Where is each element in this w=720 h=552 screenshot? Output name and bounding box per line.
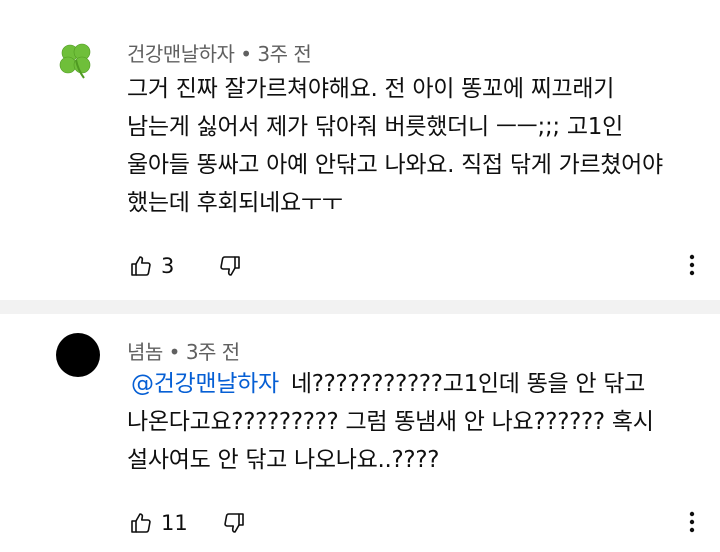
- like-count: 3: [161, 254, 175, 278]
- comment-actions: 3: [127, 251, 244, 281]
- comment-line: @건강맨날하자 네???????????고1인데 똥을 안 닦고: [131, 365, 691, 403]
- comment-body: @건강맨날하자 네???????????고1인데 똥을 안 닦고 나온다고요???…: [127, 365, 691, 479]
- comment-line: 설사여도 안 닦고 나오나요..????: [127, 447, 440, 473]
- comment-line: 남는게 싫어서 제가 닦아줘 버릇했더니 ㅡㅡ;;; 고1인: [127, 114, 623, 140]
- comment-meta: 념놈 • 3주 전: [127, 336, 240, 365]
- thumbs-up-icon[interactable]: [127, 252, 155, 280]
- comment-time: • 3주 전: [168, 340, 241, 364]
- thumbs-down-icon[interactable]: [220, 509, 248, 537]
- comment-line: 했는데 후회되네요ㅜㅜ: [127, 190, 343, 216]
- comment-line: 나온다고요????????? 그럼 똥냄새 안 나요?????? 혹시: [127, 409, 654, 435]
- comment-line: 그거 진짜 잘가르쳐야해요. 전 아이 똥꼬에 찌끄래기: [127, 76, 615, 102]
- mention-link[interactable]: @건강맨날하자: [131, 371, 279, 397]
- thumbs-down-icon[interactable]: [216, 252, 244, 280]
- avatar[interactable]: [56, 333, 100, 377]
- comment-divider: [0, 300, 720, 314]
- thumbs-up-icon[interactable]: [127, 509, 155, 537]
- clover-icon[interactable]: [54, 38, 98, 82]
- more-vert-icon[interactable]: [682, 508, 702, 536]
- comment-author[interactable]: 념놈: [127, 340, 163, 364]
- comment-time: • 3주 전: [240, 42, 312, 66]
- more-vert-icon[interactable]: [682, 251, 702, 279]
- comment-line-text: 네???????????고1인데 똥을 안 닦고: [290, 371, 645, 397]
- comment-meta: 건강맨날하자 • 3주 전: [127, 38, 312, 67]
- like-count: 11: [161, 511, 188, 535]
- comment-author[interactable]: 건강맨날하자: [127, 42, 235, 66]
- comment-body: 그거 진짜 잘가르쳐야해요. 전 아이 똥꼬에 찌끄래기 남는게 싫어서 제가 …: [127, 70, 687, 222]
- comment-actions: 11: [127, 508, 248, 538]
- comment-line: 울아들 똥싸고 아예 안닦고 나와요. 직접 닦게 가르쳤어야: [127, 152, 663, 178]
